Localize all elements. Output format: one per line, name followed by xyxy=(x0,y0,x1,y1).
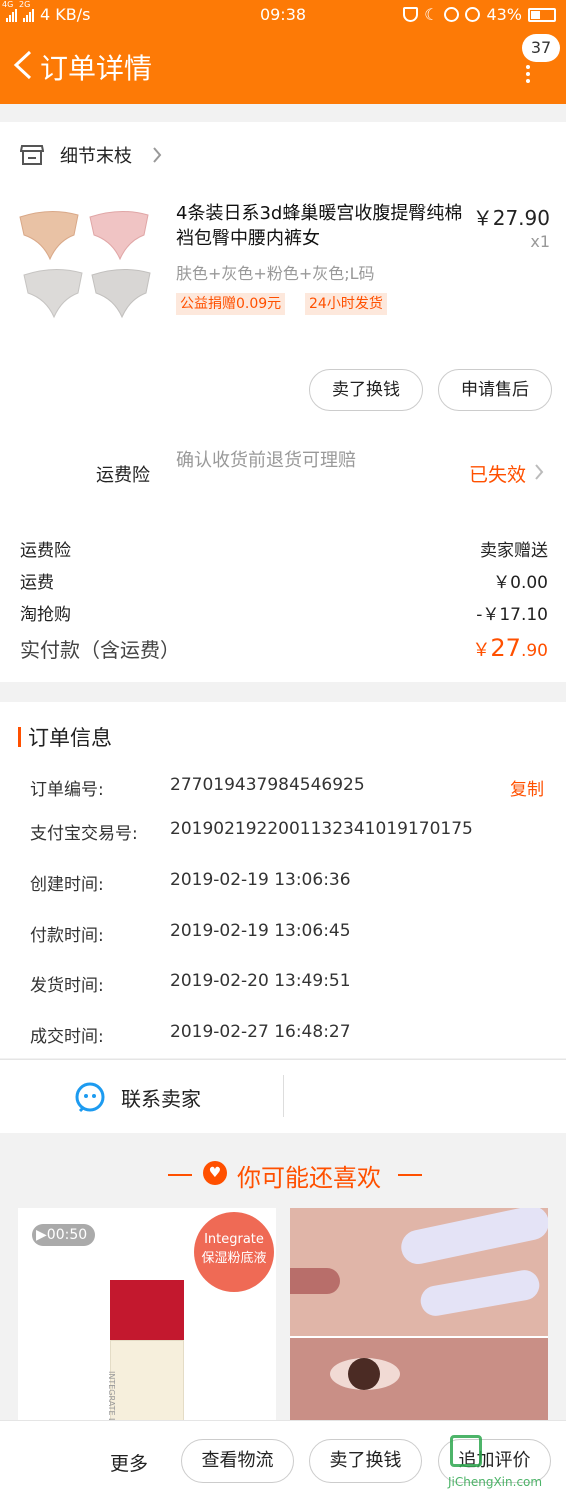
status-bar: 4G 2G 4 KB/s 09:38 ☾ 43% xyxy=(0,0,566,30)
back-arrow-icon[interactable] xyxy=(10,50,36,80)
sell-for-cash-button[interactable]: 卖了换钱 xyxy=(309,369,423,411)
battery-percent: 43% xyxy=(486,5,522,24)
bottom-bar: 更多 查看物流 卖了换钱 追加评价 JiChengXin.com xyxy=(0,1420,566,1500)
product-qty: x1 xyxy=(530,232,550,251)
promo-badge: Integrate 保湿粉底液 xyxy=(194,1212,274,1292)
chevron-right-icon xyxy=(535,464,544,480)
ship-time-value: 2019-02-20 13:49:51 xyxy=(170,971,351,991)
battery-icon xyxy=(528,7,556,22)
divider xyxy=(283,1075,284,1117)
cost-value: ￥0.00 xyxy=(493,573,548,593)
section-bar xyxy=(18,727,21,747)
watermark-text: JiChengXin.com xyxy=(448,1475,543,1489)
order-number-value: 277019437984546925 xyxy=(170,775,365,795)
contact-seller-label: 联系卖家 xyxy=(121,1087,201,1111)
skin-photo-bottom xyxy=(290,1338,548,1420)
tag-24h-shipping: 24小时发货 xyxy=(305,293,387,315)
total-symbol: ￥ xyxy=(472,640,491,661)
more-vertical-icon[interactable] xyxy=(524,62,532,83)
alipay-trade-value: 2019021922001132341019170175 xyxy=(170,819,473,839)
recommend-header: ♥ 你可能还喜欢 xyxy=(0,1156,566,1192)
product-title[interactable]: 4条装日系3d蜂巢暖宫收腹提臀纯棉裆包臀中腰内裤女 xyxy=(176,201,466,251)
cost-label: 运费险 xyxy=(20,541,71,561)
total-row: 实付款（含运费） ￥27.90 xyxy=(20,634,548,663)
promo-badge-line1: Integrate xyxy=(204,1232,264,1247)
nav-bar: 订单详情 xyxy=(0,30,566,104)
chat-bubble-icon xyxy=(75,1082,105,1113)
sell-for-cash-bottom-button[interactable]: 卖了换钱 xyxy=(309,1439,422,1483)
lock-rotation-icon xyxy=(444,7,460,22)
more-button[interactable]: 更多 xyxy=(110,1449,148,1476)
insurance-desc: 确认收货前退货可理赔 xyxy=(176,450,356,471)
create-time-value: 2019-02-19 13:06:36 xyxy=(170,870,351,890)
alarm-icon xyxy=(465,7,481,22)
total-value: ￥27.90 xyxy=(472,634,548,662)
shop-name[interactable]: 细节末枝 xyxy=(60,142,132,168)
video-badge: ▶00:50 xyxy=(32,1224,96,1246)
watermark: JiChengXin.com xyxy=(448,1429,564,1495)
page-title: 订单详情 xyxy=(40,52,153,85)
battery-fill xyxy=(531,10,541,19)
order-info-title: 订单信息 xyxy=(28,726,112,750)
total-dec: .90 xyxy=(520,641,548,661)
contact-seller-button[interactable]: 联系卖家 xyxy=(74,1077,274,1117)
recommend-item[interactable]: ▶00:50 Integrate 保湿粉底液 INTEGRATE LIQUID … xyxy=(18,1208,276,1420)
status-right: ☾ 43% xyxy=(403,5,556,24)
shop-icon xyxy=(20,145,44,165)
cost-value: 卖家赠送 xyxy=(480,541,548,561)
cost-row: 淘抢购 -￥17.10 xyxy=(20,600,548,625)
bottle-label: INTEGRATE LIQUID FOUNDATION xyxy=(106,1371,117,1420)
insurance-status[interactable]: 已失效 xyxy=(469,460,526,487)
product-image[interactable] xyxy=(18,205,158,330)
bottle-cap xyxy=(110,1280,184,1340)
message-badge[interactable]: 37 xyxy=(522,34,560,62)
cost-value: -￥17.10 xyxy=(476,605,548,625)
chevron-right-icon xyxy=(153,147,162,163)
recommend-item-photo[interactable] xyxy=(290,1208,548,1420)
cost-label: 运费 xyxy=(20,573,54,593)
heart-icon: ♥ xyxy=(203,1161,227,1185)
view-logistics-button[interactable]: 查看物流 xyxy=(181,1439,294,1483)
cost-label: 淘抢购 xyxy=(20,605,71,625)
tag-charity: 公益捐赠0.09元 xyxy=(176,293,286,315)
apply-after-sale-button[interactable]: 申请售后 xyxy=(438,369,552,411)
moon-icon: ☾ xyxy=(424,5,439,24)
play-icon: ▶ xyxy=(36,1227,47,1243)
left-arrow-line xyxy=(168,1174,192,1176)
bottle-body: INTEGRATE LIQUID FOUNDATION xyxy=(107,1340,184,1420)
insurance-label: 运费险 xyxy=(96,465,150,486)
alipay-trade-label: 支付宝交易号: xyxy=(30,824,138,844)
product-sku: 肤色+灰色+粉色+灰色;L码 xyxy=(176,264,375,283)
ship-time-label: 发货时间: xyxy=(30,976,104,996)
deal-time-label: 成交时间: xyxy=(30,1027,104,1047)
right-arrow-line xyxy=(398,1174,422,1176)
recommend-title: 你可能还喜欢 xyxy=(237,1164,381,1192)
watermark-logo-icon xyxy=(450,1435,482,1467)
total-label: 实付款（含运费） xyxy=(20,638,180,662)
lip-shape xyxy=(290,1268,340,1294)
header: 4G 2G 4 KB/s 09:38 ☾ 43% 订单详情 xyxy=(0,0,566,104)
copy-button[interactable]: 复制 xyxy=(510,775,544,800)
product-price: ￥27.90 xyxy=(472,206,550,230)
cost-row: 运费 ￥0.00 xyxy=(20,568,548,593)
order-number-label: 订单编号: xyxy=(30,780,104,800)
pay-time-value: 2019-02-19 13:06:45 xyxy=(170,921,351,941)
pay-time-label: 付款时间: xyxy=(30,926,104,946)
mute-icon xyxy=(403,7,419,22)
create-time-label: 创建时间: xyxy=(30,875,104,895)
promo-badge-line2: 保湿粉底液 xyxy=(201,1251,267,1266)
video-duration: 00:50 xyxy=(46,1227,88,1243)
deal-time-value: 2019-02-27 16:48:27 xyxy=(170,1022,351,1042)
cost-row: 运费险 卖家赠送 xyxy=(20,536,548,561)
iris-shape xyxy=(348,1358,380,1390)
total-int: 27 xyxy=(490,634,521,662)
